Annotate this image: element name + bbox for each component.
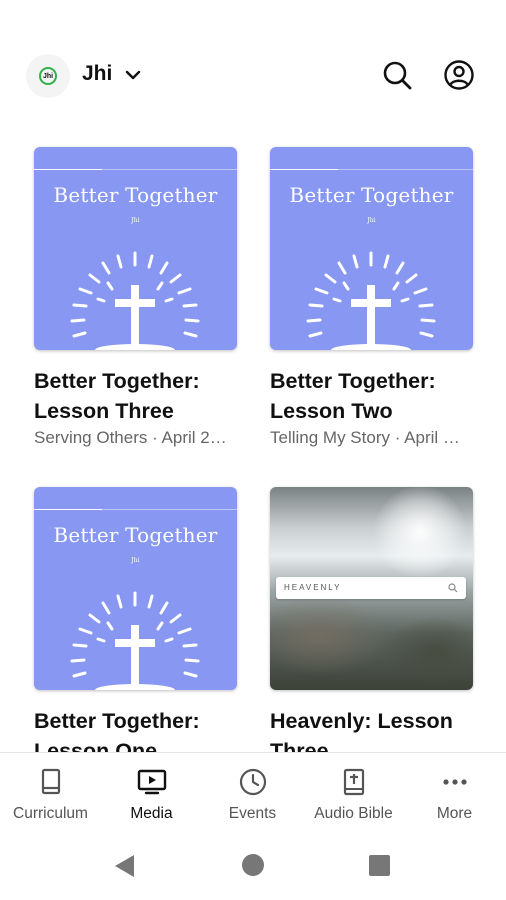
cross-sunburst-icon (306, 251, 436, 350)
bottom-nav: Curriculum Media Events Audio Bible More (0, 752, 506, 832)
home-icon[interactable] (242, 854, 264, 876)
search-icon (448, 583, 458, 593)
thumbnail-subheading: Jhi (131, 217, 140, 224)
book-icon (41, 768, 61, 795)
thumbnail-search-bar: HEAVENLY (276, 577, 466, 599)
thumbnail-divider-accent (34, 509, 102, 510)
org-name[interactable]: Jhi (82, 62, 112, 86)
media-card[interactable]: Better Together Jhi Better Together: Les… (270, 147, 473, 448)
card-meta: Serving Others · April 2024 (34, 428, 230, 447)
card-meta: Telling My Story · April 2024 (270, 428, 466, 447)
media-card[interactable]: HEAVENLY Heavenly: Lesson Three (270, 487, 473, 768)
card-thumbnail[interactable]: Better Together Jhi (34, 487, 237, 690)
nav-item-audio-bible[interactable]: Audio Bible (303, 753, 404, 833)
thumbnail-search-text: HEAVENLY (284, 583, 342, 592)
bible-icon (343, 768, 365, 796)
card-title[interactable]: Better Together: Lesson Three (34, 366, 237, 426)
cloud-shape (270, 597, 390, 677)
card-thumbnail[interactable]: Better Together Jhi (270, 147, 473, 350)
chevron-down-icon[interactable] (124, 66, 142, 84)
thumbnail-heading: Better Together (53, 183, 218, 207)
back-icon[interactable] (114, 854, 136, 878)
account-icon[interactable] (442, 58, 476, 92)
nav-item-events[interactable]: Events (202, 753, 303, 833)
nav-item-more[interactable]: More (404, 753, 505, 833)
media-card[interactable]: Better Together Jhi Better Together: Les… (34, 147, 237, 448)
thumbnail-divider-accent (270, 169, 338, 170)
thumbnail-subheading: Jhi (131, 557, 140, 564)
cross-sunburst-icon (70, 251, 200, 350)
nav-item-media[interactable]: Media (101, 753, 202, 833)
card-title[interactable]: Better Together: Lesson Two (270, 366, 473, 426)
card-thumbnail[interactable]: Better Together Jhi (34, 147, 237, 350)
org-logo[interactable]: Jhi (26, 54, 70, 98)
search-icon[interactable] (380, 58, 414, 92)
recent-apps-icon[interactable] (369, 855, 390, 876)
cloud-shape (380, 617, 473, 687)
org-logo-badge: Jhi (39, 67, 57, 85)
cross-sunburst-icon (70, 591, 200, 690)
nav-label: Media (130, 805, 173, 822)
app-header: Jhi Jhi (0, 40, 506, 110)
more-icon (443, 779, 467, 785)
clock-icon (239, 768, 267, 796)
media-icon (137, 769, 167, 795)
thumbnail-subheading: Jhi (367, 217, 376, 224)
thumbnail-heading: Better Together (289, 183, 454, 207)
thumbnail-heading: Better Together (53, 523, 218, 547)
system-nav-bar (0, 832, 506, 900)
nav-item-curriculum[interactable]: Curriculum (0, 753, 101, 833)
nav-label: Events (228, 805, 277, 822)
nav-label: More (436, 805, 473, 822)
media-card[interactable]: Better Together Jhi Better Together: Les… (34, 487, 237, 768)
sky-glow (370, 487, 470, 577)
thumbnail-divider-accent (34, 169, 102, 170)
nav-label: Curriculum (13, 805, 88, 822)
nav-label: Audio Bible (314, 805, 393, 822)
card-thumbnail[interactable]: HEAVENLY (270, 487, 473, 690)
